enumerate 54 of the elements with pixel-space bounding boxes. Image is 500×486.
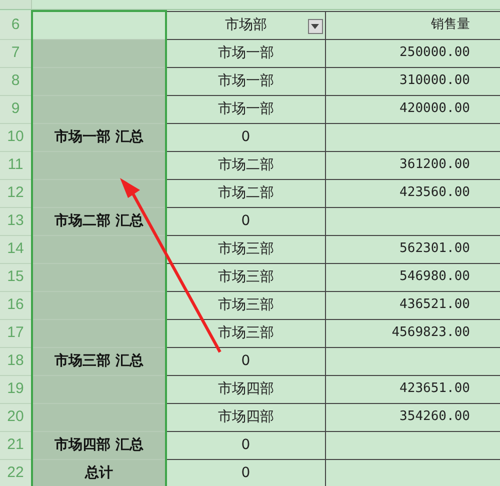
table-cell: 546980.00 xyxy=(400,269,470,284)
table-cell: 市场一部 xyxy=(218,44,274,60)
table-cell: 市场三部 xyxy=(218,296,274,312)
table-cell: 市场三部 xyxy=(218,240,274,256)
table-cell: 354260.00 xyxy=(400,409,470,424)
row-number: 12 xyxy=(0,179,32,207)
row-number: 7 xyxy=(0,39,32,67)
table-cell: 市场三部 汇总 xyxy=(54,352,144,368)
column-header: 市场部 xyxy=(224,16,267,32)
table-cell: 0 xyxy=(241,464,250,480)
row-number: 10 xyxy=(0,123,32,151)
table-cell: 310000.00 xyxy=(400,73,470,88)
table-cell: 市场四部 xyxy=(218,380,274,396)
row-number: 9 xyxy=(0,95,32,123)
table-cell: 市场三部 xyxy=(218,324,274,340)
caret-icon xyxy=(311,24,319,28)
row-number: 14 xyxy=(0,235,32,263)
table-cell: 0 xyxy=(241,128,250,144)
table-cell: 市场二部 汇总 xyxy=(54,212,144,228)
row-number: 21 xyxy=(0,431,32,459)
table-cell: 420000.00 xyxy=(400,101,470,116)
table-cell: 423651.00 xyxy=(400,381,470,396)
table-cell: 0 xyxy=(241,212,250,228)
table-cell: 0 xyxy=(241,352,250,368)
table-cell: 0 xyxy=(241,436,250,452)
table-cell: 436521.00 xyxy=(400,297,470,312)
row-number: 19 xyxy=(0,375,32,403)
table-cell: 250000.00 xyxy=(400,45,470,60)
table-cell: 562301.00 xyxy=(400,241,470,256)
table-cell: 总计 xyxy=(85,464,113,480)
row-number: 8 xyxy=(0,67,32,95)
table-cell: 市场一部 xyxy=(218,72,274,88)
row-number: 22 xyxy=(0,459,32,486)
row-header xyxy=(0,0,32,9)
table-cell: 市场四部 xyxy=(218,408,274,424)
column-header: 销售量 xyxy=(431,17,470,32)
row-number: 15 xyxy=(0,263,32,291)
table-cell: 市场二部 xyxy=(218,184,274,200)
table-cell: 4569823.00 xyxy=(392,325,470,340)
row-number: 16 xyxy=(0,291,32,319)
table-cell: 市场三部 xyxy=(218,268,274,284)
row-number: 13 xyxy=(0,207,32,235)
row-number: 18 xyxy=(0,347,32,375)
table-cell: 423560.00 xyxy=(400,185,470,200)
row-number: 11 xyxy=(0,151,32,179)
table-cell: 361200.00 xyxy=(400,157,470,172)
table-cell: 市场一部 xyxy=(218,100,274,116)
row-number: 20 xyxy=(0,403,32,431)
table-cell: 市场四部 汇总 xyxy=(54,436,144,452)
row-number: 6 xyxy=(0,11,32,39)
row-number: 17 xyxy=(0,319,32,347)
table-cell: 市场二部 xyxy=(218,156,274,172)
table-cell: 市场一部 汇总 xyxy=(54,128,144,144)
filter-dropdown-button[interactable] xyxy=(308,18,322,34)
